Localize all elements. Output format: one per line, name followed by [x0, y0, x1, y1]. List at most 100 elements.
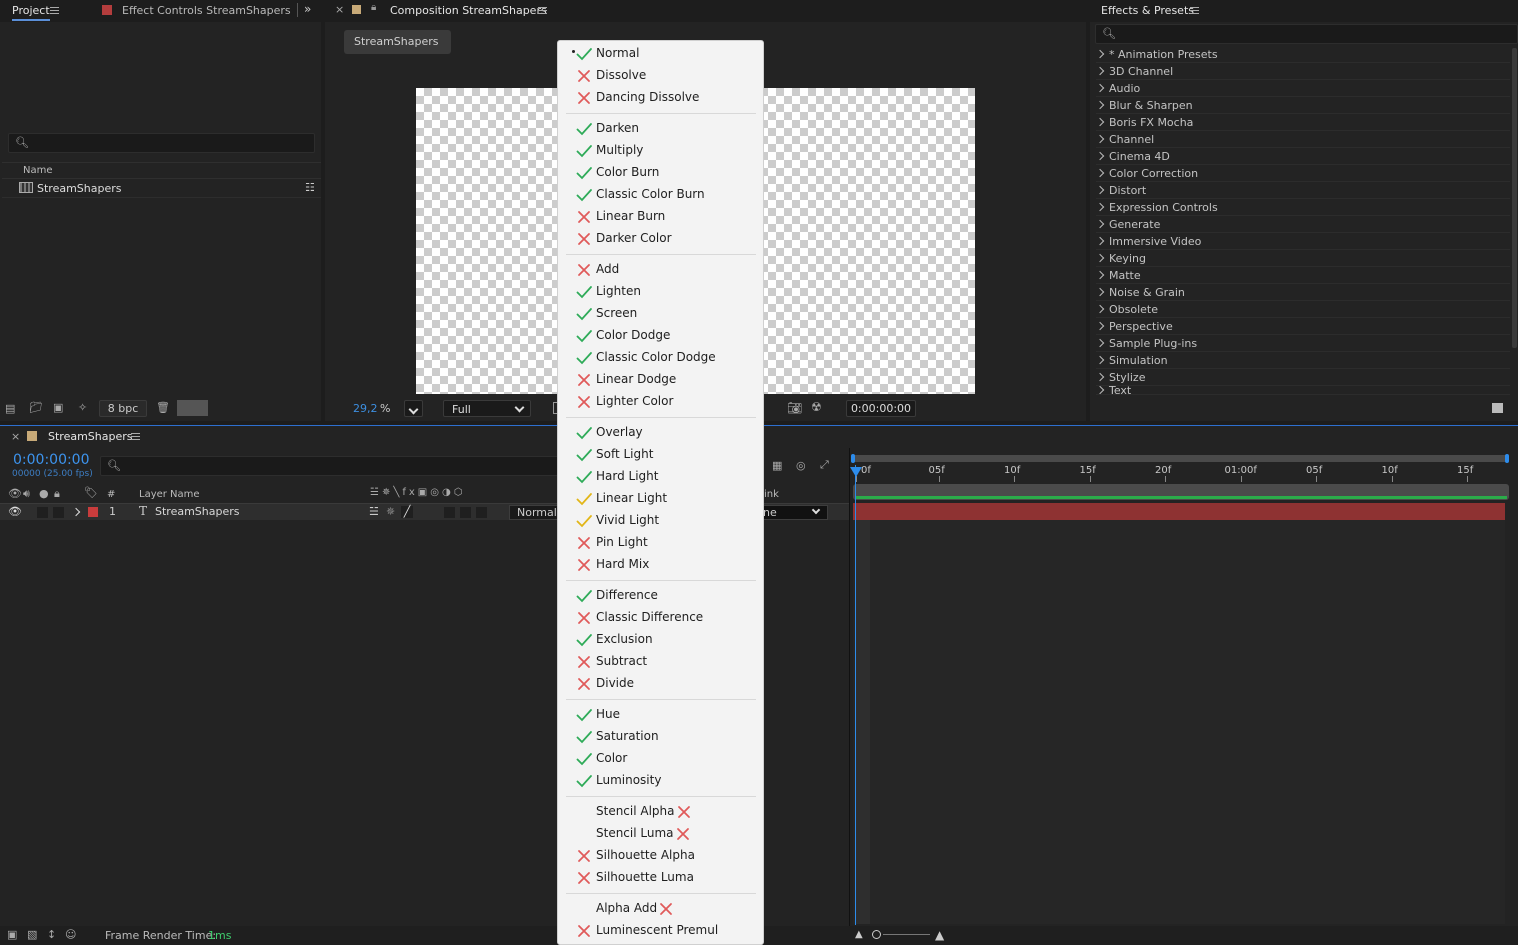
tab-composition[interactable]: Composition StreamShapers [390, 4, 547, 17]
effects-category-color-correction[interactable]: Color Correction [1095, 165, 1510, 182]
blend-mode-darken[interactable]: Darken [558, 118, 763, 140]
effects-panel-title[interactable]: Effects & Presets [1101, 4, 1194, 17]
tab-effect-controls[interactable]: Effect Controls StreamShapers [122, 4, 291, 17]
blend-mode-classic-difference[interactable]: Classic Difference [558, 607, 763, 629]
blend-mode-color[interactable]: Color [558, 748, 763, 770]
blend-mode-normal[interactable]: Normal [558, 43, 763, 65]
project-settings-icon[interactable]: ✧ [78, 401, 87, 414]
layer-duration-bar[interactable] [853, 503, 1505, 520]
current-time-indicator[interactable] [855, 465, 856, 925]
zoom-out-icon[interactable]: ▲ [855, 929, 863, 940]
blend-mode-color-burn[interactable]: Color Burn [558, 162, 763, 184]
zoom-dropdown[interactable] [404, 400, 423, 417]
collapse-switch-icon[interactable]: ✵ [386, 505, 395, 518]
blend-mode-difference[interactable]: Difference [558, 585, 763, 607]
resolution-dropdown[interactable]: Full [443, 400, 531, 417]
blend-mode-dancing-dissolve[interactable]: Dancing Dissolve [558, 87, 763, 109]
blend-mode-color-dodge[interactable]: Color Dodge [558, 325, 763, 347]
trash-icon[interactable]: 🗑︎ [156, 401, 170, 414]
lock-icon[interactable]: 🔒︎ [54, 487, 60, 501]
quality-switch[interactable]: ╱ [401, 506, 413, 518]
effects-category-cinema-4d[interactable]: Cinema 4D [1095, 148, 1510, 165]
zoom-slider-track[interactable] [883, 934, 930, 935]
bpc-button[interactable]: 8 bpc [99, 400, 147, 417]
effects-category-noise-grain[interactable]: Noise & Grain [1095, 284, 1510, 301]
eye-icon[interactable]: 👁︎ [8, 505, 22, 518]
shy-switch-icon[interactable]: ☱ [369, 505, 379, 518]
work-area-bar[interactable] [851, 454, 1509, 463]
project-item-row[interactable]: StreamShapers ☷ [2, 180, 321, 198]
blend-mode-linear-light[interactable]: Linear Light [558, 488, 763, 510]
work-area-end[interactable] [1505, 454, 1509, 463]
zoom-value[interactable]: 29,2 [353, 402, 378, 415]
blend-mode-hard-mix[interactable]: Hard Mix [558, 554, 763, 576]
blend-mode-alpha-add[interactable]: Alpha Add [558, 898, 763, 920]
transfer-controls-icon[interactable]: ▧ [27, 928, 37, 941]
effects-category-audio[interactable]: Audio [1095, 80, 1510, 97]
in-out-icon[interactable]: ↕ [47, 928, 56, 941]
lock-icon[interactable]: 🔒︎ [371, 2, 376, 13]
blend-mode-silhouette-luma[interactable]: Silhouette Luma [558, 867, 763, 889]
motion-blur-icon[interactable]: ◎ [796, 459, 806, 472]
layer-switches-icon[interactable]: ▣ [7, 928, 17, 941]
zoom-in-icon[interactable]: ▲ [935, 928, 944, 942]
blend-mode-darker-color[interactable]: Darker Color [558, 228, 763, 250]
effects-category-immersive-video[interactable]: Immersive Video [1095, 233, 1510, 250]
timeline-timecode[interactable]: 0:00:00:00 [13, 452, 90, 468]
effects-category-blur-sharpen[interactable]: Blur & Sharpen [1095, 97, 1510, 114]
effects-search-input[interactable]: 🔍︎ [1095, 24, 1518, 44]
column-name-header[interactable]: Name [23, 165, 53, 176]
snapshot-camera-icon[interactable]: 📷︎ [787, 401, 802, 415]
show-snapshot-icon[interactable]: ☢ [811, 400, 822, 414]
timeline-search-input[interactable]: 🔍︎ [100, 456, 560, 476]
new-bin-icon[interactable] [1492, 403, 1503, 413]
new-folder-icon[interactable]: 📁︎ [29, 401, 43, 414]
label-tag-icon[interactable]: 🏷︎ [84, 486, 98, 499]
effects-category-channel[interactable]: Channel [1095, 131, 1510, 148]
graph-editor-icon[interactable]: ⤢ [820, 458, 829, 472]
effects-category-distort[interactable]: Distort [1095, 182, 1510, 199]
effects-category-text[interactable]: Text [1096, 386, 1510, 395]
effects-category-3d-channel[interactable]: 3D Channel [1095, 63, 1510, 80]
playhead-marker-icon[interactable] [850, 467, 862, 477]
3d-switch[interactable] [476, 507, 487, 518]
blend-mode-stencil-alpha[interactable]: Stencil Alpha [558, 801, 763, 823]
blend-mode-silhouette-alpha[interactable]: Silhouette Alpha [558, 845, 763, 867]
render-icon[interactable]: ☺ [65, 928, 76, 941]
effects-category-perspective[interactable]: Perspective [1095, 318, 1510, 335]
blend-mode-divide[interactable]: Divide [558, 673, 763, 695]
solo-icon[interactable]: ● [39, 487, 49, 500]
timeline-menu-icon[interactable] [131, 433, 140, 440]
work-area-start[interactable] [851, 454, 855, 463]
blend-mode-hue[interactable]: Hue [558, 704, 763, 726]
effects-category-keying[interactable]: Keying [1095, 250, 1510, 267]
effects-category-matte[interactable]: Matte [1095, 267, 1510, 284]
close-tab-icon[interactable]: × [11, 430, 20, 443]
close-tab-icon[interactable]: × [335, 3, 344, 16]
blend-mode-multiply[interactable]: Multiply [558, 140, 763, 162]
adjustment-switch[interactable] [460, 507, 471, 518]
blend-mode-stencil-luma[interactable]: Stencil Luma [558, 823, 763, 845]
solo-switch[interactable] [53, 507, 64, 518]
column-layer-name[interactable]: Layer Name [139, 489, 200, 500]
tab-timeline[interactable]: StreamShapers [48, 430, 133, 443]
chevron-right-icon[interactable] [71, 507, 81, 517]
blend-mode-lighter-color[interactable]: Lighter Color [558, 391, 763, 413]
blend-mode-luminescent-premul[interactable]: Luminescent Premul [558, 920, 763, 942]
blend-mode-linear-burn[interactable]: Linear Burn [558, 206, 763, 228]
project-menu-icon[interactable] [50, 7, 59, 14]
effects-menu-icon[interactable] [1190, 7, 1199, 14]
comp-timecode[interactable]: 0:00:00:00 [846, 400, 916, 417]
panel-overflow-icon[interactable]: » [304, 2, 311, 16]
blend-mode-linear-dodge[interactable]: Linear Dodge [558, 369, 763, 391]
layer-label-color[interactable] [88, 507, 98, 517]
blend-mode-hard-light[interactable]: Hard Light [558, 466, 763, 488]
composition-menu-icon[interactable] [538, 7, 547, 14]
motion-blur-switch[interactable] [444, 507, 455, 518]
blend-mode-soft-light[interactable]: Soft Light [558, 444, 763, 466]
blend-mode-lighten[interactable]: Lighten [558, 281, 763, 303]
comp-breadcrumb-button[interactable]: StreamShapers [344, 30, 451, 54]
blend-mode-screen[interactable]: Screen [558, 303, 763, 325]
blend-mode-add[interactable]: Add [558, 259, 763, 281]
zoom-slider-handle[interactable] [872, 930, 881, 939]
